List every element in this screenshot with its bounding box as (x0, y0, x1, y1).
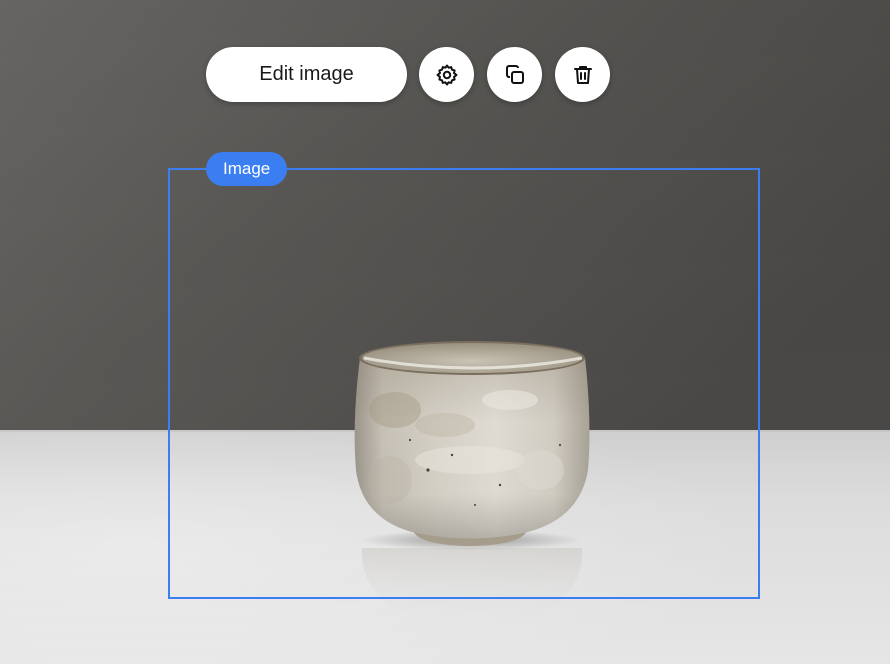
settings-button[interactable] (419, 47, 474, 102)
editor-canvas: Edit image Image (0, 0, 890, 664)
gear-icon (436, 64, 457, 85)
duplicate-button[interactable] (487, 47, 542, 102)
edit-image-label: Edit image (259, 63, 354, 85)
image-toolbar: Edit image (0, 0, 890, 120)
element-type-label: Image (223, 159, 271, 178)
delete-button[interactable] (555, 47, 610, 102)
trash-icon (573, 65, 592, 84)
edit-image-button[interactable]: Edit image (206, 47, 407, 102)
selection-outline[interactable] (168, 168, 760, 599)
duplicate-icon (505, 64, 524, 84)
element-type-badge: Image (206, 152, 288, 186)
